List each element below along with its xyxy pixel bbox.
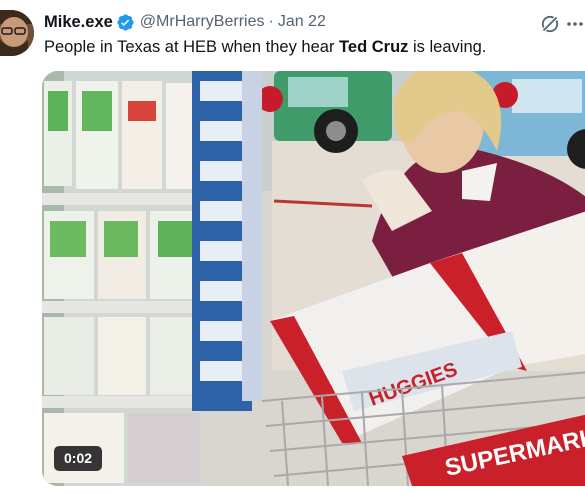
tweet-date[interactable]: Jan 22 bbox=[278, 13, 326, 31]
tweet-text-start: People in Texas at HEB when they hear bbox=[44, 38, 340, 56]
user-handle[interactable]: @MrHarryBerries bbox=[140, 13, 265, 31]
video-duration-badge: 0:02 bbox=[54, 446, 103, 471]
grok-icon[interactable] bbox=[540, 14, 560, 34]
display-name[interactable]: Mike.exe bbox=[44, 13, 113, 32]
more-options-icon[interactable] bbox=[565, 14, 585, 34]
verified-badge-icon bbox=[116, 13, 135, 32]
tweet-text-end: is leaving. bbox=[408, 38, 487, 56]
separator-dot: · bbox=[268, 13, 274, 30]
video-player[interactable]: HUGGIES SUPERMARK bbox=[42, 71, 585, 486]
tweet-text: People in Texas at HEB when they hear Te… bbox=[44, 37, 486, 58]
tweet-header: Mike.exe @MrHarryBerries · Jan 22 bbox=[44, 11, 326, 33]
tweet: Mike.exe @MrHarryBerries · Jan 22 People… bbox=[0, 0, 585, 495]
avatar[interactable] bbox=[0, 10, 34, 56]
tweet-text-bold: Ted Cruz bbox=[339, 38, 409, 56]
